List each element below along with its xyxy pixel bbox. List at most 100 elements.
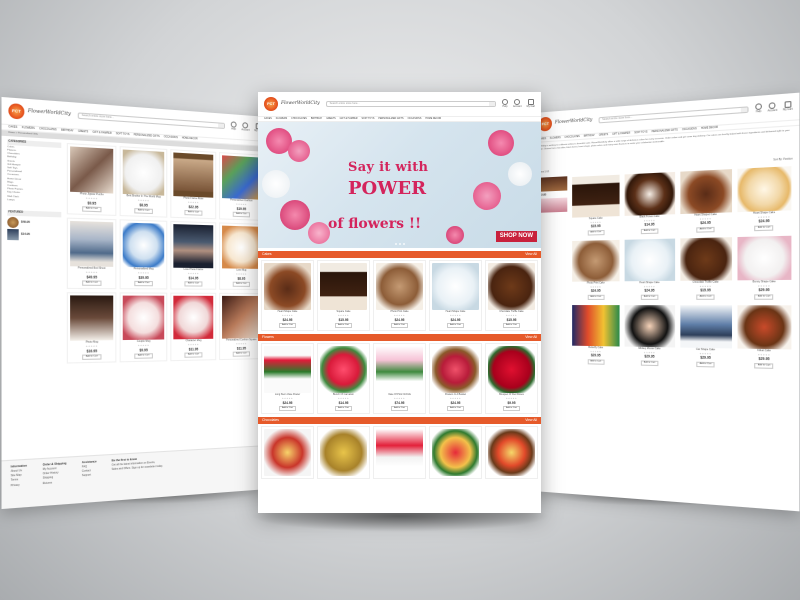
add-to-cart-button[interactable]: Add to Cart bbox=[82, 206, 102, 213]
nav-item[interactable]: GIFT & HAMPER bbox=[340, 118, 358, 121]
add-to-cart-button[interactable]: Add to Cart bbox=[184, 210, 202, 216]
product-card[interactable]: Couple Mug ★★★★★ $9.95 Add to Cart bbox=[119, 292, 168, 363]
nav-item[interactable]: OCCASIONS bbox=[408, 118, 422, 121]
nav-item[interactable]: CHOCOLATES bbox=[39, 128, 56, 132]
product-name[interactable]: Heart Shape Cake bbox=[446, 310, 466, 314]
product-image[interactable] bbox=[737, 304, 792, 350]
logo[interactable]: FCT FlowerWorldCity bbox=[264, 97, 320, 111]
product-name[interactable]: Black Forest Cake bbox=[639, 214, 659, 220]
product-card[interactable]: Bouquet Of Red Roses ★★★★★ $9.95 Add to Car… bbox=[485, 343, 538, 414]
product-card[interactable]: Personalized Cushion Square ★★★★★ $11.95 Ad… bbox=[219, 292, 264, 361]
product-image[interactable] bbox=[679, 236, 732, 281]
product-name[interactable]: Personalized Bed Sheet bbox=[78, 266, 106, 270]
search-icon[interactable] bbox=[488, 102, 495, 106]
product-card[interactable]: Vase Of Pink Orchids ★★★★★ $74.95 Add to Ca… bbox=[373, 343, 426, 414]
add-to-cart-button[interactable]: Add to Cart bbox=[640, 294, 659, 300]
product-card[interactable]: Flowers In A Basket ★★★★★ $24.95 Add to Car… bbox=[429, 343, 482, 414]
account-icon[interactable]: Account bbox=[768, 102, 777, 114]
add-to-cart-button[interactable]: Add to Cart bbox=[184, 281, 202, 287]
product-card[interactable] bbox=[485, 426, 538, 479]
product-image[interactable] bbox=[572, 174, 620, 218]
add-to-cart-button[interactable]: Add to Cart bbox=[754, 363, 774, 369]
product-card[interactable]: Square Cake ★★★★★ $15.95 Add to Cart bbox=[571, 173, 621, 236]
product-image[interactable] bbox=[624, 304, 675, 348]
product-image[interactable] bbox=[320, 429, 367, 476]
nav-item[interactable]: GIFT & HAMPER bbox=[612, 132, 630, 136]
product-card[interactable]: Photo Frame Rose ★★★★★ $22.95 Add to Cart bbox=[170, 149, 217, 220]
nav-item[interactable]: SOFT TOYS bbox=[362, 118, 375, 121]
product-image[interactable] bbox=[679, 304, 732, 349]
product-card[interactable]: Character Mug ★★★★★ $11.95 Add to Cart bbox=[170, 292, 217, 362]
hero-banner[interactable]: Say it with POWER of flowers !! SHOP NOW bbox=[258, 122, 541, 248]
nav-item[interactable]: CHOCOLATES bbox=[291, 118, 307, 121]
product-image[interactable] bbox=[173, 152, 214, 198]
product-card[interactable] bbox=[317, 426, 370, 479]
product-name[interactable]: Kitkat Cake bbox=[757, 349, 771, 353]
product-card[interactable]: Black Forest Cake ★★★★★ $14.95 Add to Cart bbox=[624, 171, 676, 236]
product-image[interactable] bbox=[624, 171, 675, 216]
product-image[interactable] bbox=[376, 263, 423, 310]
product-image[interactable] bbox=[70, 146, 114, 194]
add-to-cart-button[interactable]: Add to Cart bbox=[334, 406, 353, 411]
product-name[interactable]: Flowers In A Basket bbox=[445, 393, 466, 397]
account-icon[interactable]: Account bbox=[241, 122, 250, 133]
help-icon[interactable]: Help bbox=[230, 121, 237, 131]
footer-link[interactable]: Sales and Offers. Sign up for newsletter… bbox=[112, 465, 163, 472]
add-to-cart-button[interactable]: Add to Cart bbox=[278, 406, 297, 411]
product-image[interactable] bbox=[432, 429, 479, 476]
product-name[interactable]: Personalized Mug bbox=[134, 267, 154, 271]
product-card[interactable]: Heart Shaped Cake ★★★★★ $24.95 Add to Cart bbox=[679, 168, 733, 234]
product-image[interactable] bbox=[264, 346, 311, 393]
add-to-cart-button[interactable]: Add to Cart bbox=[233, 212, 250, 218]
product-name[interactable]: Chocolate Truffle Cake bbox=[499, 310, 523, 314]
product-card[interactable]: Heart Shape Cake ★★★★★ $24.95 Add to Cart bbox=[429, 260, 482, 331]
product-image[interactable] bbox=[624, 238, 675, 281]
product-card[interactable]: Photo Print Cake ★★★★★ $24.95 Add to Cart bbox=[571, 239, 621, 301]
product-card[interactable]: Butterfly Cake ★★★★★ $29.95 Add to Cart bbox=[571, 304, 621, 366]
nav-item[interactable]: FLOWERS bbox=[550, 137, 561, 140]
product-image[interactable] bbox=[376, 429, 423, 476]
view-all-link[interactable]: View All bbox=[525, 335, 537, 339]
sidebar-category-item[interactable]: Lamps bbox=[7, 199, 61, 205]
product-name[interactable]: Photo Mug bbox=[86, 340, 98, 344]
add-to-cart-button[interactable]: Add to Cart bbox=[334, 323, 353, 328]
product-card[interactable]: Chocolate Truffle Cake ★★★★★ $15.95 Add to … bbox=[485, 260, 538, 331]
add-to-cart-button[interactable]: Add to Cart bbox=[82, 280, 102, 286]
product-image[interactable] bbox=[488, 346, 535, 393]
account-icon[interactable]: Account bbox=[513, 99, 522, 109]
add-to-cart-button[interactable]: Add to Cart bbox=[502, 323, 521, 328]
search-icon[interactable] bbox=[740, 107, 748, 113]
product-card[interactable]: Bunny Shape Cake ★★★★★ $29.95 Add to Cart bbox=[736, 234, 792, 300]
add-to-cart-button[interactable]: Add to Cart bbox=[390, 323, 409, 328]
add-to-cart-button[interactable]: Add to Cart bbox=[696, 361, 715, 368]
product-card[interactable]: Photo Print Cake ★★★★★ $24.95 Add to Cart bbox=[373, 260, 426, 331]
nav-item[interactable]: HOME DECOR bbox=[182, 137, 198, 141]
add-to-cart-button[interactable]: Add to Cart bbox=[502, 406, 521, 411]
product-card[interactable]: Long Stem Vase Flower ★★★★★ $24.95 Add to C… bbox=[261, 343, 314, 414]
product-name[interactable]: Photo Print Cake bbox=[390, 310, 408, 314]
product-name[interactable]: Butterfly Cake bbox=[588, 346, 603, 350]
add-to-cart-button[interactable]: Add to Cart bbox=[134, 208, 153, 215]
nav-item[interactable]: HOME DECOR bbox=[701, 126, 718, 130]
add-to-cart-button[interactable]: Add to Cart bbox=[754, 225, 774, 231]
add-to-cart-button[interactable]: Add to Cart bbox=[754, 294, 774, 300]
help-icon[interactable]: Help bbox=[755, 103, 762, 114]
shop-now-button[interactable]: SHOP NOW bbox=[495, 230, 537, 242]
product-card[interactable] bbox=[429, 426, 482, 479]
carousel-dots[interactable] bbox=[394, 243, 405, 245]
nav-item[interactable]: PERSONALIZED GIFTS bbox=[378, 118, 403, 121]
product-image[interactable] bbox=[432, 263, 479, 310]
product-image[interactable] bbox=[572, 239, 620, 282]
nav-item[interactable]: SOFT TOYS bbox=[634, 131, 647, 135]
product-image[interactable] bbox=[222, 225, 261, 269]
product-card[interactable]: Photo Jigsaw Puzzle ★★★★★ $9.95 Add to Cart bbox=[66, 142, 117, 216]
product-name[interactable]: Heart Shape Cake bbox=[639, 281, 659, 285]
add-to-cart-button[interactable]: Add to Cart bbox=[446, 406, 465, 411]
add-to-cart-button[interactable]: Add to Cart bbox=[82, 354, 102, 360]
product-name[interactable]: Best Brother In The World Mug bbox=[126, 194, 160, 199]
product-image[interactable] bbox=[679, 168, 732, 214]
product-name[interactable]: Bunch Of Carnation bbox=[333, 393, 354, 397]
product-image[interactable] bbox=[122, 222, 165, 268]
product-name[interactable]: Car Shape Cake bbox=[696, 348, 715, 352]
nav-item[interactable]: HOME DECOR bbox=[425, 118, 441, 121]
